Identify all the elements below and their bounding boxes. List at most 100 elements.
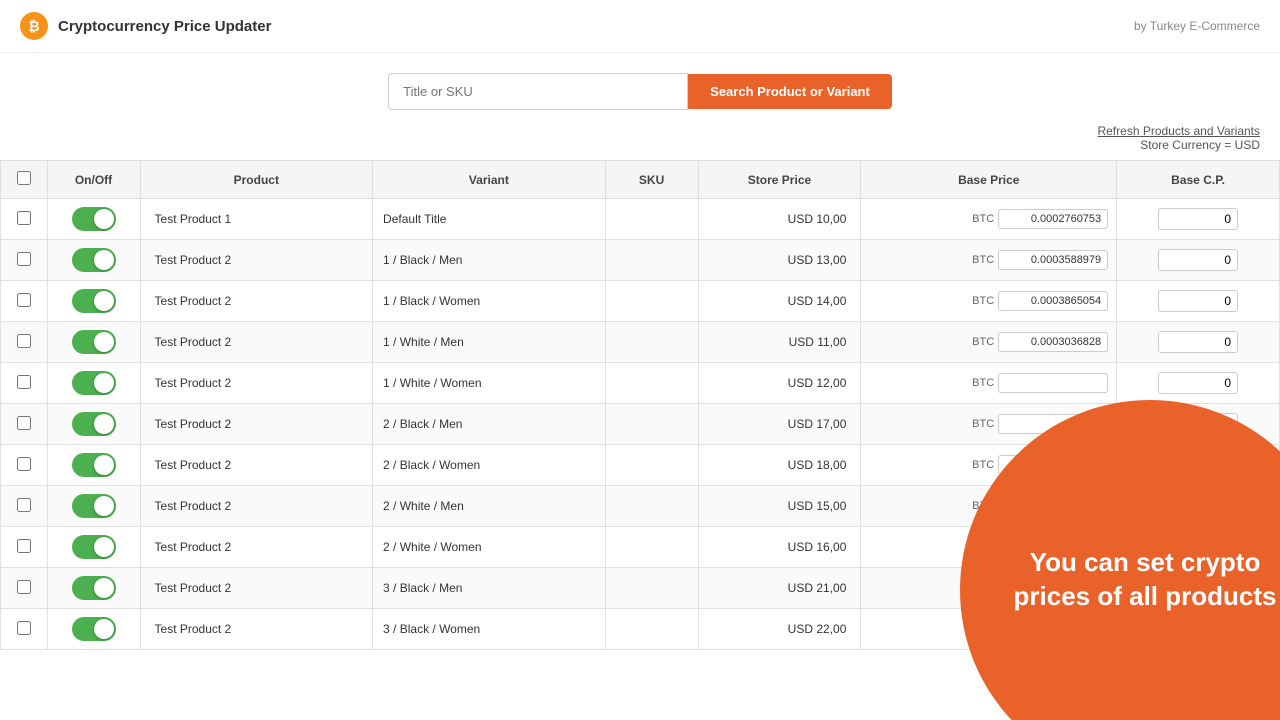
row-product: Test Product 2 — [140, 240, 373, 281]
table-header-row: On/Off Product Variant SKU Store Price B… — [1, 161, 1280, 199]
row-base-price-cell: BTC — [861, 322, 1117, 363]
row-store-price: USD 13,00 — [698, 240, 861, 281]
row-btc-label: BTC — [972, 213, 994, 225]
header-store-price: Store Price — [698, 161, 861, 199]
table-row: Test Product 2 3 / Black / Women USD 22,… — [1, 609, 1280, 650]
row-btc-value-input[interactable] — [998, 455, 1108, 475]
row-base-cp-input[interactable] — [1158, 577, 1238, 599]
row-base-price-cell: BTC — [861, 609, 1117, 650]
row-toggle[interactable] — [72, 371, 116, 395]
row-product: Test Product 2 — [140, 445, 373, 486]
row-sku — [605, 404, 698, 445]
row-toggle[interactable] — [72, 289, 116, 313]
row-product: Test Product 2 — [140, 322, 373, 363]
row-checkbox[interactable] — [17, 580, 31, 594]
row-checkbox[interactable] — [17, 293, 31, 307]
row-base-cp-cell — [1117, 486, 1280, 527]
row-base-price-cell: BTC — [861, 404, 1117, 445]
row-base-cp-input[interactable] — [1158, 372, 1238, 394]
row-base-price-cell: BTC — [861, 281, 1117, 322]
row-variant: 3 / Black / Women — [373, 609, 606, 650]
row-store-price: USD 16,00 — [698, 527, 861, 568]
row-checkbox-cell — [1, 240, 48, 281]
row-toggle-cell — [47, 240, 140, 281]
table-row: Test Product 2 1 / White / Men USD 11,00… — [1, 322, 1280, 363]
row-toggle[interactable] — [72, 535, 116, 559]
row-checkbox[interactable] — [17, 375, 31, 389]
row-checkbox[interactable] — [17, 498, 31, 512]
row-base-cp-input[interactable] — [1158, 331, 1238, 353]
row-toggle[interactable] — [72, 453, 116, 477]
row-product: Test Product 2 — [140, 568, 373, 609]
row-sku — [605, 568, 698, 609]
row-btc-value-input[interactable] — [998, 578, 1108, 598]
row-base-price-cell: BTC — [861, 199, 1117, 240]
row-sku — [605, 486, 698, 527]
row-base-price-cell: BTC — [861, 568, 1117, 609]
row-btc-value-input[interactable] — [998, 250, 1108, 270]
row-toggle-cell — [47, 363, 140, 404]
row-base-price-cell: BTC — [861, 486, 1117, 527]
search-button[interactable]: Search Product or Variant — [688, 74, 892, 109]
row-checkbox[interactable] — [17, 211, 31, 225]
row-checkbox-cell — [1, 281, 48, 322]
row-btc-value-input[interactable] — [998, 496, 1108, 516]
row-checkbox-cell — [1, 322, 48, 363]
row-btc-value-input[interactable] — [998, 209, 1108, 229]
row-base-cp-cell — [1117, 568, 1280, 609]
row-base-cp-input[interactable] — [1158, 495, 1238, 517]
row-product: Test Product 2 — [140, 609, 373, 650]
row-checkbox[interactable] — [17, 252, 31, 266]
row-toggle[interactable] — [72, 617, 116, 641]
row-base-cp-cell — [1117, 404, 1280, 445]
row-toggle[interactable] — [72, 330, 116, 354]
row-base-cp-input[interactable] — [1158, 618, 1238, 640]
row-checkbox-cell — [1, 404, 48, 445]
row-toggle[interactable] — [72, 248, 116, 272]
row-btc-value-input[interactable] — [998, 619, 1108, 639]
row-checkbox-cell — [1, 527, 48, 568]
row-base-cp-input[interactable] — [1158, 413, 1238, 435]
row-toggle[interactable] — [72, 412, 116, 436]
row-toggle[interactable] — [72, 207, 116, 231]
row-btc-value-input[interactable] — [998, 537, 1108, 557]
row-base-cp-input[interactable] — [1158, 249, 1238, 271]
row-base-cp-input[interactable] — [1158, 536, 1238, 558]
header-base-cp: Base C.P. — [1117, 161, 1280, 199]
row-variant: 2 / White / Women — [373, 527, 606, 568]
row-checkbox-cell — [1, 363, 48, 404]
row-checkbox[interactable] — [17, 621, 31, 635]
row-btc-value-input[interactable] — [998, 373, 1108, 393]
row-toggle[interactable] — [72, 576, 116, 600]
row-base-cp-input[interactable] — [1158, 454, 1238, 476]
search-area: Search Product or Variant — [0, 53, 1280, 120]
row-base-cp-input[interactable] — [1158, 208, 1238, 230]
row-btc-value-input[interactable] — [998, 414, 1108, 434]
row-store-price: USD 14,00 — [698, 281, 861, 322]
row-base-price-cell: BTC — [861, 240, 1117, 281]
row-base-cp-cell — [1117, 527, 1280, 568]
row-product: Test Product 2 — [140, 404, 373, 445]
row-store-price: USD 15,00 — [698, 486, 861, 527]
row-toggle[interactable] — [72, 494, 116, 518]
row-checkbox[interactable] — [17, 457, 31, 471]
search-input[interactable] — [388, 73, 688, 110]
row-checkbox[interactable] — [17, 416, 31, 430]
row-toggle-cell — [47, 568, 140, 609]
refresh-area: Refresh Products and Variants Store Curr… — [0, 120, 1280, 160]
row-checkbox-cell — [1, 199, 48, 240]
row-sku — [605, 281, 698, 322]
select-all-checkbox[interactable] — [17, 171, 31, 185]
row-checkbox[interactable] — [17, 334, 31, 348]
row-checkbox-cell — [1, 609, 48, 650]
header-base-price: Base Price — [861, 161, 1117, 199]
row-base-cp-input[interactable] — [1158, 290, 1238, 312]
row-btc-value-input[interactable] — [998, 291, 1108, 311]
row-btc-value-input[interactable] — [998, 332, 1108, 352]
refresh-link[interactable]: Refresh Products and Variants — [1097, 124, 1260, 138]
currency-info: Store Currency = USD — [1140, 138, 1260, 152]
row-checkbox[interactable] — [17, 539, 31, 553]
row-base-cp-cell — [1117, 363, 1280, 404]
row-product: Test Product 2 — [140, 363, 373, 404]
row-base-price-cell: BTC — [861, 445, 1117, 486]
